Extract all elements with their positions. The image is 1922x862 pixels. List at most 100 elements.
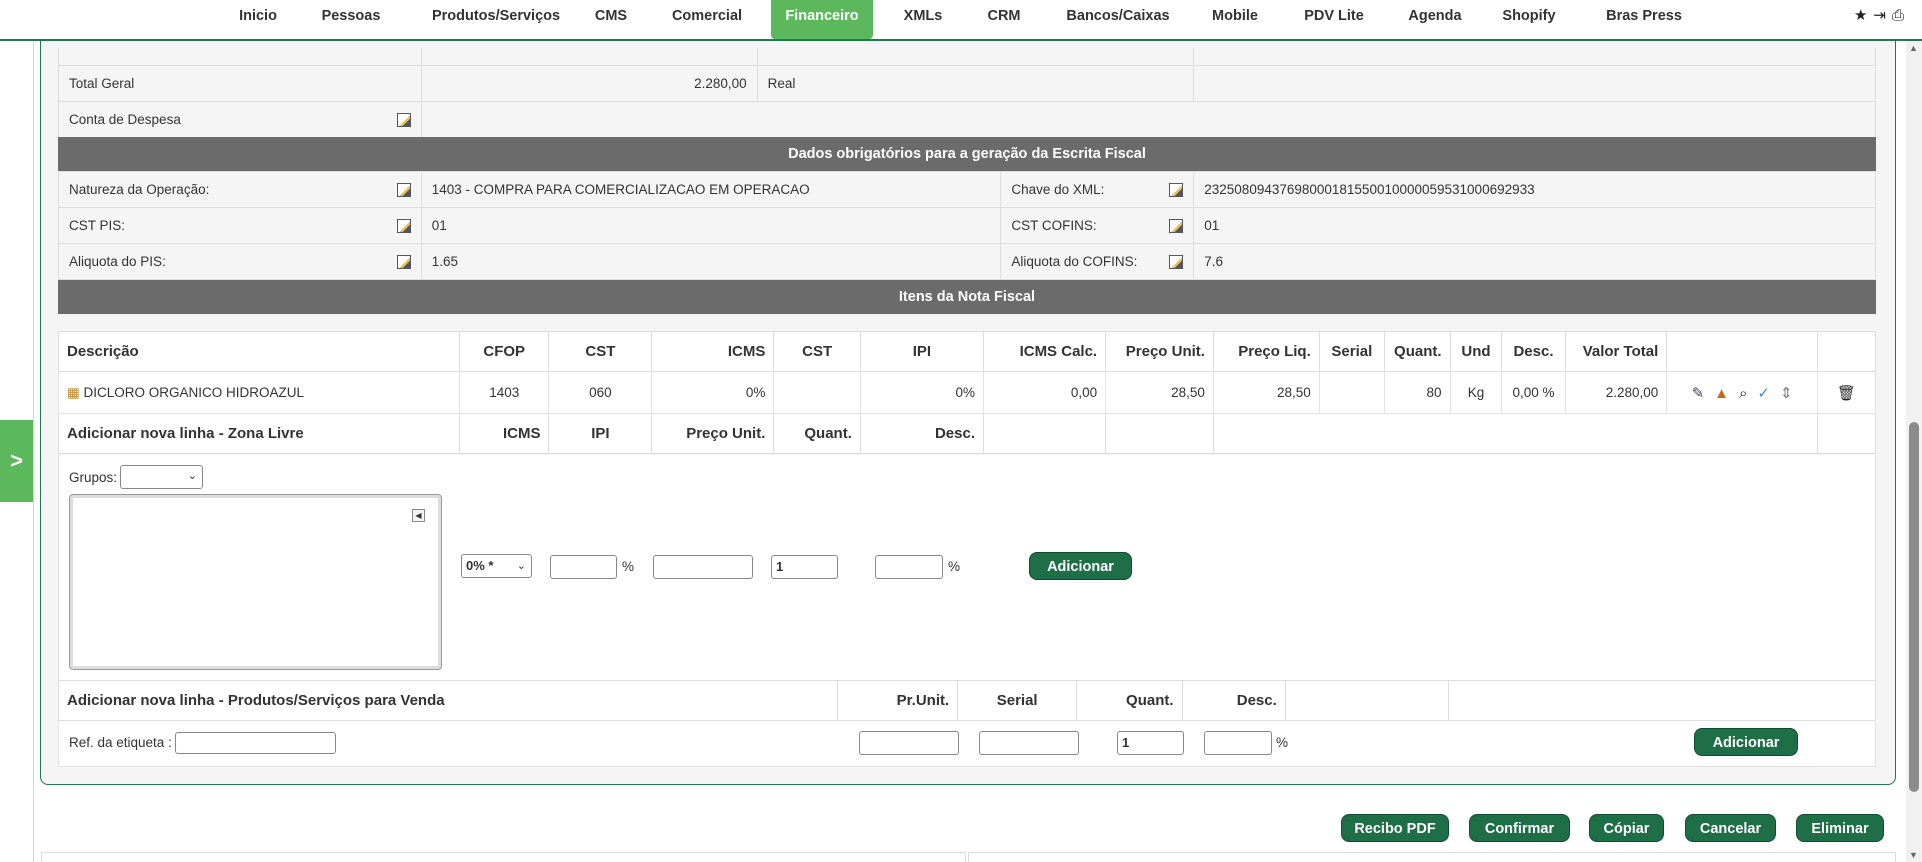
nav-agenda[interactable]: Agenda xyxy=(1398,0,1472,39)
grupos-select[interactable]: ⌄ xyxy=(120,465,203,489)
copiar-button[interactable]: Cópiar xyxy=(1589,814,1664,842)
warning-icon[interactable]: ▲ xyxy=(1714,385,1729,402)
chevron-down-icon: ⌄ xyxy=(187,470,197,482)
edit-icon[interactable] xyxy=(396,183,411,197)
item-valor-total: 2.280,00 xyxy=(1564,371,1668,414)
nav-mobile[interactable]: Mobile xyxy=(1200,0,1270,39)
edit-icon[interactable] xyxy=(1169,183,1184,197)
product-tree-box[interactable]: ◀ xyxy=(69,494,442,670)
nav-pessoas[interactable]: Pessoas xyxy=(310,0,392,39)
sort-arrows-icon[interactable]: ⇕ xyxy=(1780,384,1793,402)
cancelar-button[interactable]: Cancelar xyxy=(1685,814,1776,842)
item-cst-2 xyxy=(773,371,861,414)
edit-icon[interactable] xyxy=(396,219,411,233)
edit-icon[interactable] xyxy=(396,255,411,269)
col-ipi: IPI xyxy=(859,331,984,372)
nav-cms[interactable]: CMS xyxy=(584,0,638,39)
icms-select[interactable]: 0% * ⌄ xyxy=(461,554,532,578)
conta-despesa-value xyxy=(420,100,1877,138)
cst-pis-label: CST PIS: xyxy=(69,218,126,233)
print-icon[interactable]: ⎙ xyxy=(1892,7,1910,24)
col-cfop: CFOP xyxy=(458,331,550,372)
search-icon[interactable]: ⌕ xyxy=(1739,385,1747,402)
col-preco-liq: Preço Liq. xyxy=(1212,331,1320,372)
preco-unit-input[interactable] xyxy=(653,555,753,579)
natureza-value: 1403 - COMPRA PARA COMERCIALIZACAO EM OP… xyxy=(420,171,1002,208)
col-icms-calc: ICMS Calc. xyxy=(982,331,1107,372)
desc-input[interactable] xyxy=(875,555,943,579)
edit-icon[interactable]: ✎ xyxy=(1692,384,1705,402)
trash-icon[interactable]: 🗑 xyxy=(1837,384,1856,402)
item-preco-unit: 28,50 xyxy=(1105,371,1214,414)
nav-shopify[interactable]: Shopify xyxy=(1492,0,1566,39)
item-und: Kg xyxy=(1449,371,1503,414)
eliminar-button[interactable]: Eliminar xyxy=(1796,814,1884,842)
item-ipi: 0% xyxy=(859,371,984,414)
summary-table: Total Geral 2.280,00 Real Conta de Despe… xyxy=(58,48,1877,138)
nav-inicio[interactable]: Inicio xyxy=(230,0,286,39)
ref-etiqueta-input[interactable] xyxy=(175,732,336,754)
bottom-panel-left xyxy=(41,852,966,862)
nav-produtos-servicos[interactable]: Produtos/Serviços xyxy=(416,0,576,39)
nav-crm[interactable]: CRM xyxy=(976,0,1032,39)
logout-icon[interactable]: ⇥ xyxy=(1873,7,1892,24)
grupos-label: Grupos: xyxy=(69,470,118,485)
conta-despesa-cell: Conta de Despesa xyxy=(58,100,422,138)
collapse-arrow-icon[interactable]: ◀ xyxy=(412,509,425,522)
quant-input[interactable]: 1 xyxy=(771,555,838,579)
currency-value: Real xyxy=(756,64,1195,102)
fiscal-section-header: Dados obrigatórios para a geração da Esc… xyxy=(58,137,1876,171)
nav-xmls[interactable]: XMLs xyxy=(892,0,954,39)
ipi-percent-symbol: % xyxy=(622,559,635,574)
nav-comercial[interactable]: Comercial xyxy=(660,0,754,39)
scroll-down-icon[interactable]: ▼ xyxy=(1909,850,1918,860)
ipi-input[interactable] xyxy=(550,555,617,579)
side-expand-tab[interactable]: > xyxy=(0,420,33,502)
top-navigation-bar: Inicio Pessoas Produtos/Serviços CMS Com… xyxy=(0,0,1922,41)
col-quant: Quant. xyxy=(1383,331,1451,372)
item-serial xyxy=(1318,371,1385,414)
chave-xml-label: Chave do XML: xyxy=(1011,182,1105,197)
conta-despesa-label: Conta de Despesa xyxy=(69,111,181,127)
nav-financeiro[interactable]: Financeiro xyxy=(771,0,873,39)
check-icon[interactable]: ✓ xyxy=(1757,384,1770,402)
col-serial: Serial xyxy=(1318,331,1385,372)
col-icms: ICMS xyxy=(651,331,775,372)
natureza-label: Natureza da Operação: xyxy=(69,182,210,197)
pv-desc-input[interactable] xyxy=(1204,731,1272,755)
item-icms: 0% xyxy=(651,371,775,414)
cst-cofins-value: 01 xyxy=(1193,207,1876,244)
pv-pr-unit-input[interactable] xyxy=(859,731,959,755)
zl-col-quant: Quant. xyxy=(773,413,861,454)
add-zona-livre-button[interactable]: Adicionar xyxy=(1029,552,1132,580)
pv-quant-input[interactable]: 1 xyxy=(1117,731,1184,755)
pv-serial-input[interactable] xyxy=(979,731,1079,755)
aliquota-pis-label: Aliquota do PIS: xyxy=(69,254,166,269)
add-produto-button[interactable]: Adicionar xyxy=(1694,728,1798,756)
pv-col-desc: Desc. xyxy=(1181,680,1286,721)
col-und: Und xyxy=(1449,331,1503,372)
product-box-icon: ▦ xyxy=(67,384,80,400)
desc-percent-symbol: % xyxy=(948,559,961,574)
aliquota-cofins-label: Aliquota do COFINS: xyxy=(1011,254,1138,269)
scrollbar-thumb[interactable] xyxy=(1909,422,1919,792)
edit-icon[interactable] xyxy=(396,112,411,127)
ref-etiqueta-label: Ref. da etiqueta : xyxy=(69,735,172,750)
scroll-up-icon[interactable]: ▲ xyxy=(1909,43,1918,53)
items-table: Descrição CFOP CST ICMS CST IPI ICMS Cal… xyxy=(58,331,1877,454)
nav-bancos-caixas[interactable]: Bancos/Caixas xyxy=(1058,0,1178,39)
chevron-down-icon: ⌄ xyxy=(516,560,526,572)
nav-pdv-lite[interactable]: PDV Lite xyxy=(1294,0,1374,39)
summary-empty xyxy=(1193,64,1876,102)
edit-icon[interactable] xyxy=(1169,255,1184,269)
star-icon[interactable]: ★ xyxy=(1854,7,1873,24)
nav-bras-press[interactable]: Bras Press xyxy=(1596,0,1692,39)
confirmar-button[interactable]: Confirmar xyxy=(1469,814,1570,842)
col-valor-total: Valor Total xyxy=(1564,331,1668,372)
aliquota-pis-value: 1.65 xyxy=(420,243,1002,280)
item-preco-liq: 28,50 xyxy=(1212,371,1320,414)
col-desc: Desc. xyxy=(1501,331,1566,372)
recibo-pdf-button[interactable]: Recibo PDF xyxy=(1341,814,1449,842)
edit-icon[interactable] xyxy=(1169,219,1184,233)
item-cst: 060 xyxy=(548,371,653,414)
